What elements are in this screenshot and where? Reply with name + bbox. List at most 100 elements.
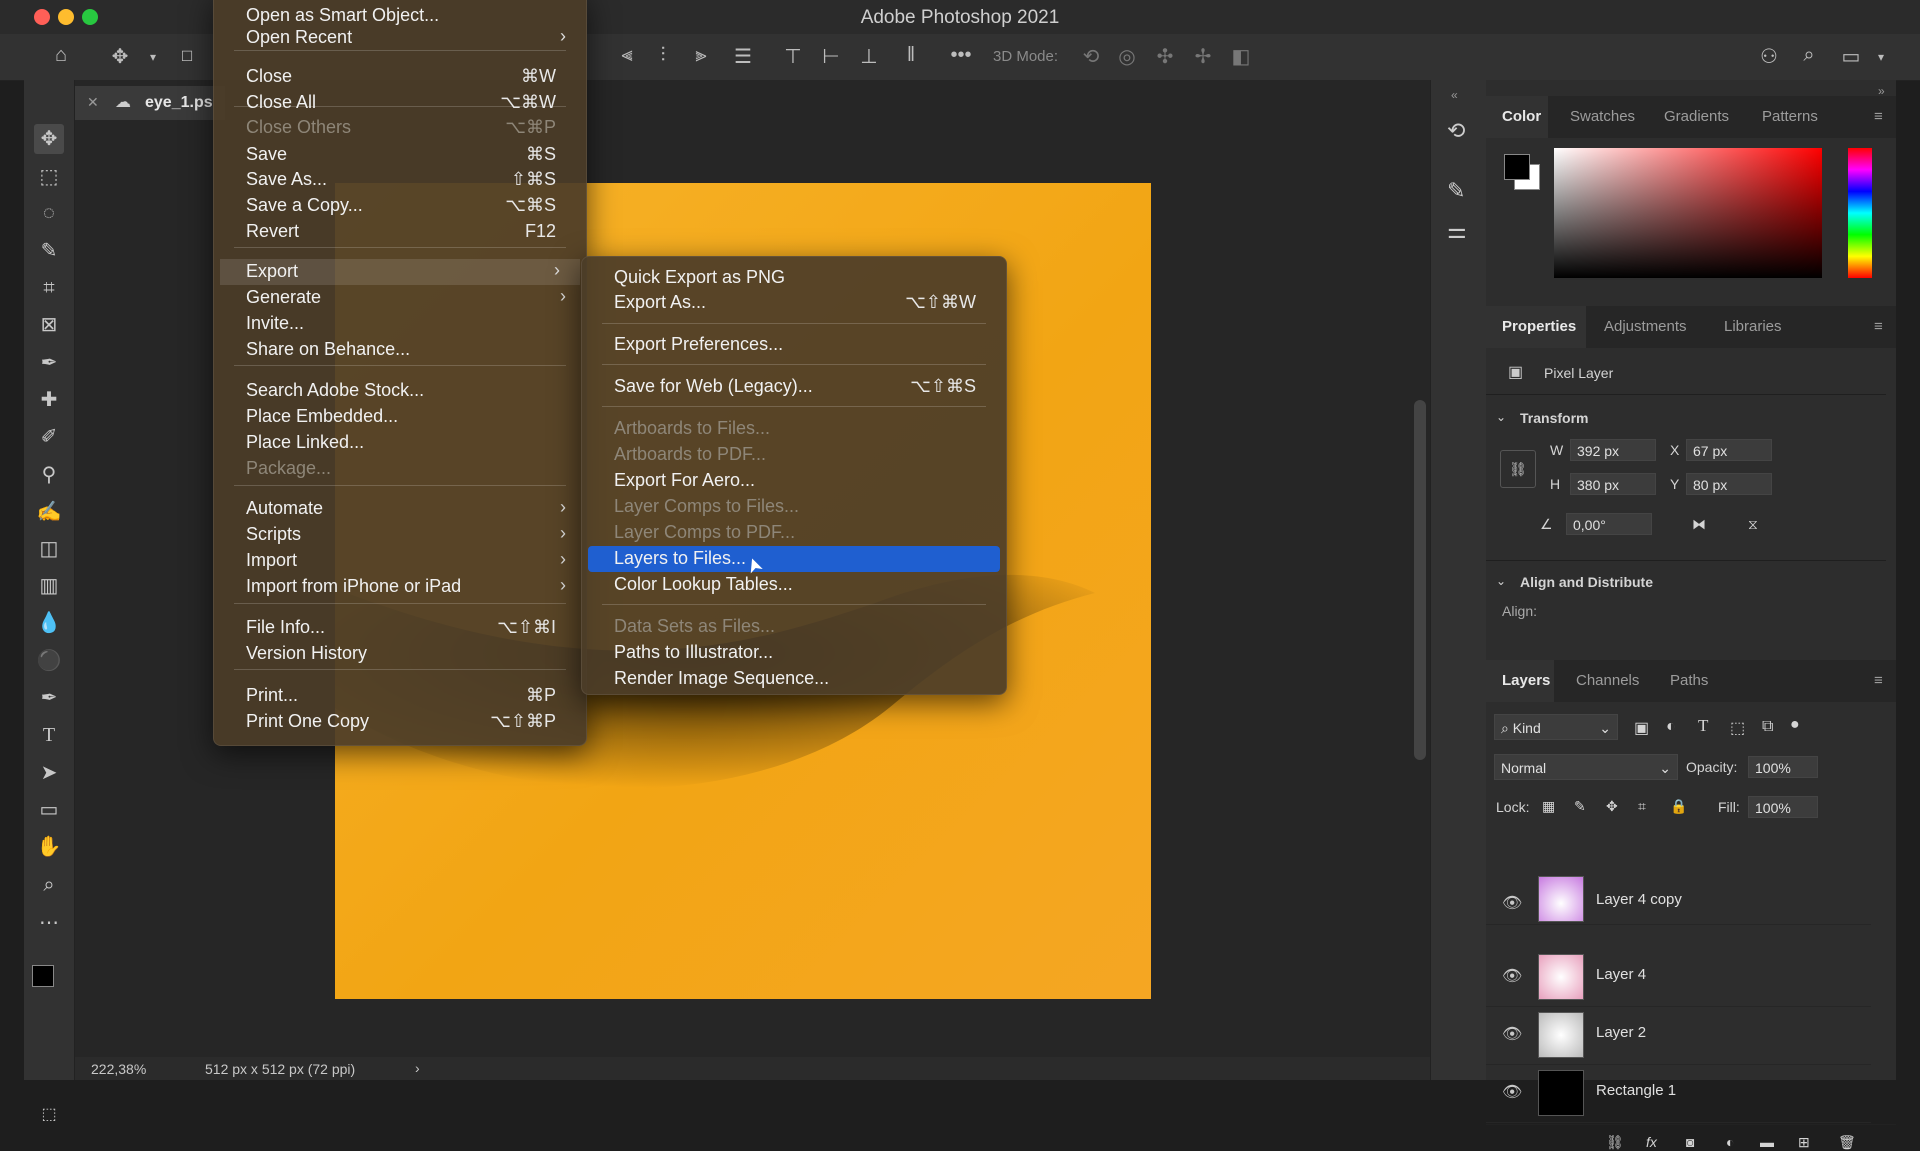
tab-color[interactable]: Color [1502,108,1541,125]
file-menu-item[interactable]: Close All ⌥⌘W [214,90,586,116]
adjustments-icon[interactable]: ⚌ [1447,218,1467,244]
hue-slider[interactable] [1848,148,1872,278]
type-tool-icon[interactable]: T [34,720,64,750]
layer-row[interactable]: 👁 Layer 2 [1486,1006,1871,1065]
visibility-eye-icon[interactable]: 👁 [1502,1082,1522,1102]
fill-field[interactable]: 100% [1748,796,1818,818]
link-layers-icon[interactable]: ⛓ [1606,1134,1624,1151]
tab-properties[interactable]: Properties [1502,318,1576,335]
panel-menu-icon[interactable]: ≡ [1874,672,1883,689]
file-menu-item[interactable]: Import from iPhone or iPad › [214,574,586,600]
angle-field[interactable]: 0,00° [1566,513,1652,535]
export-menu-item[interactable]: Paths to Illustrator... [582,640,1006,666]
file-menu-item[interactable]: Version History [214,641,586,667]
more-options-icon[interactable]: ••• [948,44,974,67]
move-tool-icon[interactable]: ✥ [107,44,133,69]
file-menu-item[interactable]: Close ⌘W [214,64,586,90]
3d-roll-icon[interactable]: ◎ [1114,44,1140,69]
close-tab-icon[interactable]: ✕ [87,94,99,111]
chevron-down-icon[interactable]: ▾ [1868,50,1894,64]
3d-pan-icon[interactable]: ✣ [1152,44,1178,69]
align-middle-icon[interactable]: ⊢ [818,44,844,69]
lock-pixels-icon[interactable]: ✎ [1574,798,1586,815]
align-center-icon[interactable]: ⫶ [650,44,676,67]
blur-tool-icon[interactable]: 💧 [34,608,64,638]
tab-gradients[interactable]: Gradients [1664,108,1729,125]
file-menu-item[interactable]: Export › [220,259,580,285]
y-field[interactable]: 80 px [1686,473,1772,495]
path-select-icon[interactable]: ➤ [34,758,64,788]
distribute-vertical-icon[interactable]: ‖ [898,44,924,67]
align-top-icon[interactable]: ⊤ [780,44,806,69]
file-menu-item[interactable]: Place Linked... [214,430,586,456]
3d-orbit-icon[interactable]: ⟲ [1078,44,1104,69]
history-icon[interactable]: ⟲ [1447,118,1465,144]
foreground-color-swatch[interactable] [1504,154,1530,180]
filter-type-icon[interactable]: T [1698,716,1708,736]
file-menu-item[interactable]: Import › [214,548,586,574]
file-menu-item[interactable]: Search Adobe Stock... [214,378,586,404]
gradient-tool-icon[interactable]: ▥ [34,571,64,601]
file-menu-item[interactable]: Automate › [214,496,586,522]
transform-section-label[interactable]: Transform [1520,410,1588,426]
align-right-icon[interactable]: ⫸ [688,44,714,67]
filter-smart-object-icon[interactable]: ⧉ [1762,718,1773,736]
layer-name[interactable]: Layer 2 [1596,1024,1646,1041]
tab-swatches[interactable]: Swatches [1570,108,1635,125]
lock-transparency-icon[interactable]: ▦ [1542,798,1555,815]
file-menu-item[interactable]: Generate › [214,285,586,311]
hand-tool-icon[interactable]: ✋ [34,832,64,862]
filter-adjustment-icon[interactable]: ◐ [1666,718,1676,736]
trash-icon[interactable]: 🗑 [1838,1134,1856,1151]
file-menu-item[interactable]: Scripts › [214,522,586,548]
height-field[interactable]: 380 px [1570,473,1656,495]
visibility-eye-icon[interactable]: 👁 [1502,1024,1522,1044]
rectangle-tool-icon[interactable]: ▭ [34,795,64,825]
zoom-level[interactable]: 222,38% [91,1061,146,1077]
file-menu-item[interactable]: Print One Copy ⌥⇧⌘P [214,709,586,735]
move-tool-icon[interactable]: ✥ [34,124,64,154]
document-tab[interactable]: ✕ ☁ eye_1.ps [75,86,225,120]
export-menu-item[interactable]: Quick Export as PNG [582,265,1006,291]
file-menu-item[interactable]: Invite... [214,311,586,337]
export-menu-item[interactable]: Color Lookup Tables... [582,572,1006,598]
tab-paths[interactable]: Paths [1670,672,1708,689]
link-icon[interactable]: ⛓ [1500,450,1536,488]
file-menu-item[interactable]: File Info... ⌥⇧⌘I [214,615,586,641]
brush-settings-icon[interactable]: ✎ [1447,178,1465,204]
align-bottom-icon[interactable]: ⊥ [856,44,882,69]
layer-name[interactable]: Rectangle 1 [1596,1082,1676,1099]
pen-tool-icon[interactable]: ✒ [34,683,64,713]
tab-layers[interactable]: Layers [1502,672,1550,689]
home-icon[interactable]: ⌂ [48,44,74,67]
file-menu-item[interactable]: Open Recent › [214,25,586,51]
chevron-down-icon[interactable]: ▾ [140,50,166,64]
color-field[interactable] [1554,148,1822,278]
filter-shape-icon[interactable]: ⬚ [1730,718,1745,738]
quick-mask-icon[interactable]: ⬚ [34,1100,64,1130]
align-left-icon[interactable]: ⫷ [614,44,640,67]
auto-select-checkbox[interactable]: ☐ [174,48,200,65]
more-tools-icon[interactable]: ⋯ [34,908,64,938]
3d-slide-icon[interactable]: ✢ [1190,44,1216,69]
file-menu-item[interactable]: Place Embedded... [214,404,586,430]
chevron-down-icon[interactable]: ⌄ [1496,410,1506,424]
collapse-icon[interactable]: « [1451,88,1458,102]
stamp-tool-icon[interactable]: ⚲ [34,460,64,490]
vertical-scrollbar[interactable] [1414,400,1426,760]
visibility-eye-icon[interactable]: 👁 [1502,966,1522,986]
new-layer-icon[interactable]: ⊞ [1798,1134,1810,1151]
eraser-tool-icon[interactable]: ◫ [34,534,64,564]
healing-brush-icon[interactable]: ✚ [34,385,64,415]
width-field[interactable]: 392 px [1570,439,1656,461]
lock-artboard-icon[interactable]: ⌗ [1638,798,1646,815]
visibility-eye-icon[interactable]: 👁 [1502,893,1522,913]
lock-position-icon[interactable]: ✥ [1606,798,1618,815]
flip-vertical-icon[interactable]: ⧖ [1748,516,1758,533]
export-menu-item[interactable]: Save for Web (Legacy)... ⌥⇧⌘S [582,374,1006,400]
3d-camera-icon[interactable]: ◧ [1228,44,1254,69]
workspace-icon[interactable]: ▭ [1838,44,1864,69]
folder-icon[interactable]: ▬ [1760,1134,1774,1150]
opacity-field[interactable]: 100% [1748,756,1818,778]
chevron-down-icon[interactable]: ⌄ [1496,574,1506,588]
